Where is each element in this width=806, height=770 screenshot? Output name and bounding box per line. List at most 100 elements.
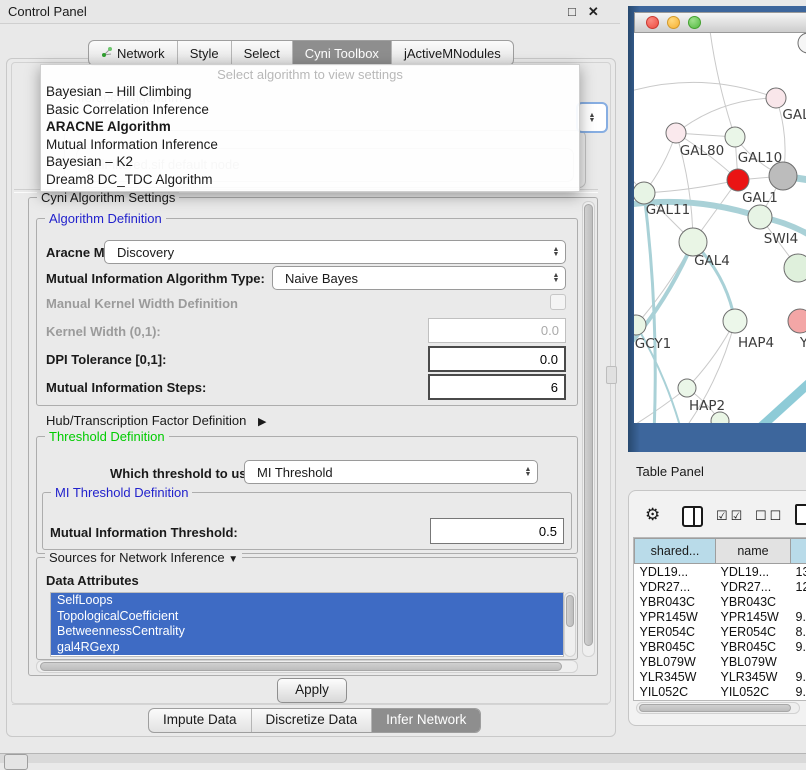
tab-network[interactable]: Network bbox=[89, 41, 178, 65]
expand-right-icon: ▶ bbox=[258, 416, 266, 428]
dpi-tolerance-field[interactable] bbox=[428, 346, 566, 372]
table-hscrollbar-thumb[interactable] bbox=[639, 704, 791, 712]
node-gcy1[interactable] bbox=[634, 315, 646, 335]
which-threshold-combobox[interactable]: MI Threshold ▲▼ bbox=[244, 460, 538, 484]
attribute-topologicalcoefficient[interactable]: TopologicalCoefficient bbox=[51, 609, 563, 625]
column-header-2[interactable] bbox=[791, 539, 806, 564]
settings-vscrollbar-thumb[interactable] bbox=[584, 204, 593, 646]
mi-threshold-field[interactable] bbox=[430, 518, 564, 544]
table-row[interactable]: YDR27...YDR27...12 bbox=[635, 579, 806, 594]
table-row[interactable]: YER054CYER054C8. bbox=[635, 624, 806, 639]
float-panel-icon[interactable]: □ bbox=[568, 0, 576, 24]
table-row[interactable]: YLR345WYLR345W9. bbox=[635, 669, 806, 684]
table-row[interactable]: YPR145WYPR145W9. bbox=[635, 609, 806, 624]
node-label-n-salmon: Y bbox=[799, 335, 806, 351]
panel-splitter[interactable] bbox=[606, 366, 617, 384]
data-attributes-list[interactable]: SelfLoopsTopologicalCoefficientBetweenne… bbox=[50, 592, 564, 657]
algorithm-option-basic-correlation-inference[interactable]: Basic Correlation Inference bbox=[41, 101, 579, 119]
node-n-top-right[interactable] bbox=[798, 33, 806, 53]
algorithm-option-bayesian-hill-climbing[interactable]: Bayesian – Hill Climbing bbox=[41, 83, 579, 101]
node-gal80[interactable] bbox=[666, 123, 686, 143]
settings-vscrollbar[interactable] bbox=[582, 201, 595, 657]
node-gal10[interactable] bbox=[725, 127, 745, 147]
attributes-vscrollbar[interactable] bbox=[564, 592, 576, 657]
attribute-gal4rgexp[interactable]: gal4RGexp bbox=[51, 640, 563, 656]
tab-jactivemnodules[interactable]: jActiveMNodules bbox=[392, 41, 513, 65]
node-gal2[interactable] bbox=[766, 88, 786, 108]
tab-discretize-data[interactable]: Discretize Data bbox=[252, 709, 373, 732]
apply-button[interactable]: Apply bbox=[277, 678, 347, 703]
mi-algorithm-type-combobox[interactable]: Naive Bayes ▲▼ bbox=[272, 266, 566, 290]
table-row[interactable]: YBL079WYBL079W bbox=[635, 654, 806, 669]
table-row[interactable]: YBR045CYBR045C9. bbox=[635, 639, 806, 654]
close-window-icon[interactable] bbox=[646, 16, 659, 29]
algorithm-option-mutual-information-inference[interactable]: Mutual Information Inference bbox=[41, 136, 579, 154]
node-swi4[interactable] bbox=[748, 205, 772, 229]
settings-hscrollbar[interactable] bbox=[36, 660, 578, 673]
edge-hap2-offbl2 bbox=[634, 388, 687, 423]
tab-infer-network[interactable]: Infer Network bbox=[372, 709, 480, 732]
attributes-vscrollbar-thumb[interactable] bbox=[566, 595, 574, 627]
new-table-icon[interactable] bbox=[795, 504, 806, 525]
algorithm-option-aracne-algorithm[interactable]: ARACNE Algorithm bbox=[41, 118, 579, 136]
node-gal1[interactable] bbox=[727, 169, 749, 191]
table-row[interactable]: YDL19...YDL19...13 bbox=[635, 564, 806, 580]
network-window-titlebar[interactable] bbox=[634, 12, 806, 33]
hub-definition-toggle[interactable]: Hub/Transcription Factor Definition ▶ bbox=[46, 413, 266, 428]
focused-combobox-fragment[interactable]: ▲▼ bbox=[576, 102, 608, 133]
node-hap4[interactable] bbox=[723, 309, 747, 333]
tab-impute-data[interactable]: Impute Data bbox=[149, 709, 252, 732]
network-canvas[interactable]: GALGAL80GAL10GAL1GAL11SWI4GAL4GCY1HAP4YH… bbox=[634, 33, 806, 423]
node-table[interactable]: shared...nameYDL19...YDL19...13YDR27...Y… bbox=[633, 537, 806, 701]
edge-gal2-gal80 bbox=[676, 98, 776, 133]
node-gal4[interactable] bbox=[679, 228, 707, 256]
sources-title[interactable]: Sources for Network Inference ▼ bbox=[45, 550, 242, 565]
algorithm-dropdown-placeholder: Select algorithm to view settings bbox=[41, 65, 579, 83]
manual-kernel-width-checkbox[interactable] bbox=[550, 294, 566, 310]
control-panel-title: Control Panel bbox=[8, 4, 87, 19]
algorithm-option-dream8-dc-tdc-algorithm[interactable]: Dream8 DC_TDC Algorithm bbox=[41, 171, 579, 189]
node-n-green-right[interactable] bbox=[784, 254, 806, 282]
mi-steps-label: Mutual Information Steps: bbox=[46, 380, 206, 395]
network-icon bbox=[101, 42, 113, 65]
edge-offbr1-offbr2 bbox=[752, 375, 806, 423]
control-panel-tabs: NetworkStyleSelectCyni ToolboxjActiveMNo… bbox=[88, 40, 514, 66]
split-columns-icon[interactable] bbox=[682, 506, 703, 527]
node-label-swi4: SWI4 bbox=[764, 231, 799, 247]
threshold-definition-title: Threshold Definition bbox=[45, 429, 169, 444]
deselect-all-checkboxes-icon[interactable]: ☐☐ bbox=[755, 508, 784, 524]
combo-stepper-icon: ▲▼ bbox=[519, 467, 537, 477]
gear-icon[interactable]: ⚙ bbox=[645, 505, 660, 525]
node-n-gray[interactable] bbox=[769, 162, 797, 190]
table-row[interactable]: YBR043CYBR043C bbox=[635, 594, 806, 609]
node-label-gal4: GAL4 bbox=[694, 253, 730, 269]
algorithm-definition-title: Algorithm Definition bbox=[45, 211, 166, 226]
mi-steps-field[interactable] bbox=[428, 374, 566, 400]
collapsed-panel-button[interactable] bbox=[4, 754, 28, 770]
node-n-salmon[interactable] bbox=[788, 309, 806, 333]
cyni-algorithm-settings-title: Cyni Algorithm Settings bbox=[37, 190, 179, 205]
manual-kernel-width-label: Manual Kernel Width Definition bbox=[46, 296, 238, 311]
table-hscrollbar[interactable] bbox=[636, 702, 800, 714]
settings-hscrollbar-thumb[interactable] bbox=[40, 662, 562, 671]
tab-select[interactable]: Select bbox=[232, 41, 293, 65]
zoom-window-icon[interactable] bbox=[688, 16, 701, 29]
tab-cyni-toolbox[interactable]: Cyni Toolbox bbox=[293, 41, 392, 65]
close-panel-icon[interactable]: ✕ bbox=[588, 0, 599, 24]
kernel-width-field[interactable] bbox=[428, 318, 566, 343]
select-all-checkboxes-icon[interactable]: ☑☑ bbox=[716, 508, 745, 524]
column-header-shared[interactable]: shared... bbox=[635, 539, 716, 564]
tab-style[interactable]: Style bbox=[178, 41, 232, 65]
aracne-mode-combobox[interactable]: Discovery ▲▼ bbox=[104, 240, 566, 264]
node-label-gal11: GAL11 bbox=[646, 202, 690, 218]
which-threshold-label: Which threshold to use: bbox=[110, 466, 258, 481]
attribute-betweennesscentrality[interactable]: BetweennessCentrality bbox=[51, 624, 563, 640]
column-header-name[interactable]: name bbox=[716, 539, 791, 564]
node-hap2[interactable] bbox=[678, 379, 696, 397]
table-row[interactable]: YIL052CYIL052C9. bbox=[635, 684, 806, 699]
algorithm-option-bayesian-k2[interactable]: Bayesian – K2 bbox=[41, 153, 579, 171]
minimize-window-icon[interactable] bbox=[667, 16, 680, 29]
node-gal11[interactable] bbox=[634, 182, 655, 204]
collapse-down-icon: ▼ bbox=[228, 554, 238, 565]
attribute-selfloops[interactable]: SelfLoops bbox=[51, 593, 563, 609]
